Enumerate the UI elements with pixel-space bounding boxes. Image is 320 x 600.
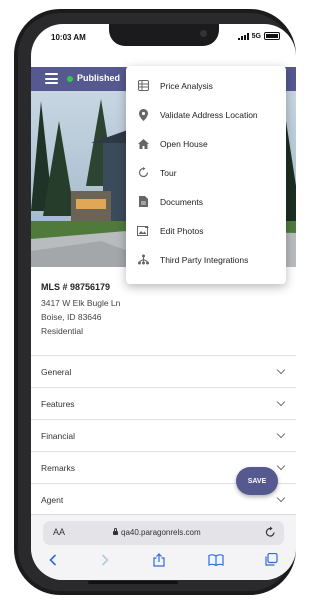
menu-item-label: Documents — [160, 196, 203, 207]
share-icon[interactable] — [153, 553, 165, 572]
url-display[interactable]: qa40.paragonrels.com — [113, 527, 201, 537]
location-pin-icon — [126, 108, 160, 121]
status-indicators: 5G — [237, 32, 280, 40]
menu-item-label: Tour — [160, 167, 177, 178]
section-label: Features — [41, 398, 75, 409]
mls-number: MLS # 98756179 — [41, 282, 111, 292]
document-icon — [126, 196, 160, 207]
hamburger-menu-icon[interactable] — [45, 73, 58, 84]
phone-screen: 10:03 AM 5G Published MLS # 98756179 341… — [31, 24, 296, 580]
url-text: qa40.paragonrels.com — [121, 528, 201, 537]
published-status-dot — [67, 76, 73, 82]
text-size-button[interactable]: AA — [53, 527, 65, 537]
browser-toolbar: AA qa40.paragonrels.com — [31, 514, 296, 580]
menu-item-label: Open House — [160, 138, 208, 149]
menu-item-documents[interactable]: Documents — [126, 187, 286, 216]
camera-dot — [200, 30, 207, 37]
property-type: Residential — [41, 326, 84, 336]
chevron-down-icon — [276, 493, 286, 503]
edit-photo-icon — [126, 225, 160, 236]
address-line2: Boise, ID 83646 — [41, 312, 102, 322]
battery-icon — [264, 32, 280, 40]
notch — [109, 24, 219, 46]
actions-menu: Price Analysis Validate Address Location… — [126, 66, 286, 284]
address-bar[interactable]: AA qa40.paragonrels.com — [43, 521, 284, 545]
section-general[interactable]: General — [31, 355, 296, 387]
address-line1: 3417 W Elk Bugle Ln — [41, 298, 121, 308]
menu-item-validate-address[interactable]: Validate Address Location — [126, 100, 286, 129]
menu-item-tour[interactable]: Tour — [126, 158, 286, 187]
section-label: Financial — [41, 430, 76, 441]
menu-item-third-party[interactable]: Third Party Integrations — [126, 245, 286, 274]
menu-item-label: Validate Address Location — [160, 109, 258, 120]
save-button[interactable]: SAVE — [236, 467, 278, 495]
listing-info: MLS # 98756179 3417 W Elk Bugle Ln Boise… — [41, 282, 120, 338]
section-label: Remarks — [41, 462, 76, 473]
integrations-icon — [126, 254, 160, 265]
section-features[interactable]: Features — [31, 387, 296, 419]
lock-icon — [113, 527, 118, 535]
tabs-icon[interactable] — [265, 552, 278, 571]
chevron-down-icon — [276, 365, 286, 375]
section-label: Agent — [41, 494, 64, 505]
bookmarks-icon[interactable] — [208, 553, 224, 571]
home-icon — [126, 138, 160, 149]
menu-item-label: Edit Photos — [160, 225, 204, 236]
chevron-down-icon — [276, 461, 286, 471]
published-status-label: Published — [77, 73, 121, 83]
chevron-down-icon — [276, 429, 286, 439]
browser-nav — [31, 552, 296, 573]
menu-item-price-analysis[interactable]: Price Analysis — [126, 71, 286, 100]
chevron-down-icon — [276, 397, 286, 407]
forward-icon[interactable] — [101, 553, 109, 571]
reload-icon[interactable] — [265, 525, 276, 543]
menu-item-label: Third Party Integrations — [160, 254, 249, 265]
tour-icon — [126, 167, 160, 178]
signal-icon — [237, 32, 249, 40]
menu-item-open-house[interactable]: Open House — [126, 129, 286, 158]
status-time: 10:03 AM — [51, 33, 86, 42]
menu-item-label: Price Analysis — [160, 80, 213, 91]
grid-icon — [126, 80, 160, 91]
menu-item-edit-photos[interactable]: Edit Photos — [126, 216, 286, 245]
section-financial[interactable]: Financial — [31, 419, 296, 451]
home-indicator[interactable] — [88, 581, 178, 584]
network-label: 5G — [251, 32, 261, 40]
back-icon[interactable] — [49, 553, 57, 571]
section-label: General — [41, 366, 72, 377]
